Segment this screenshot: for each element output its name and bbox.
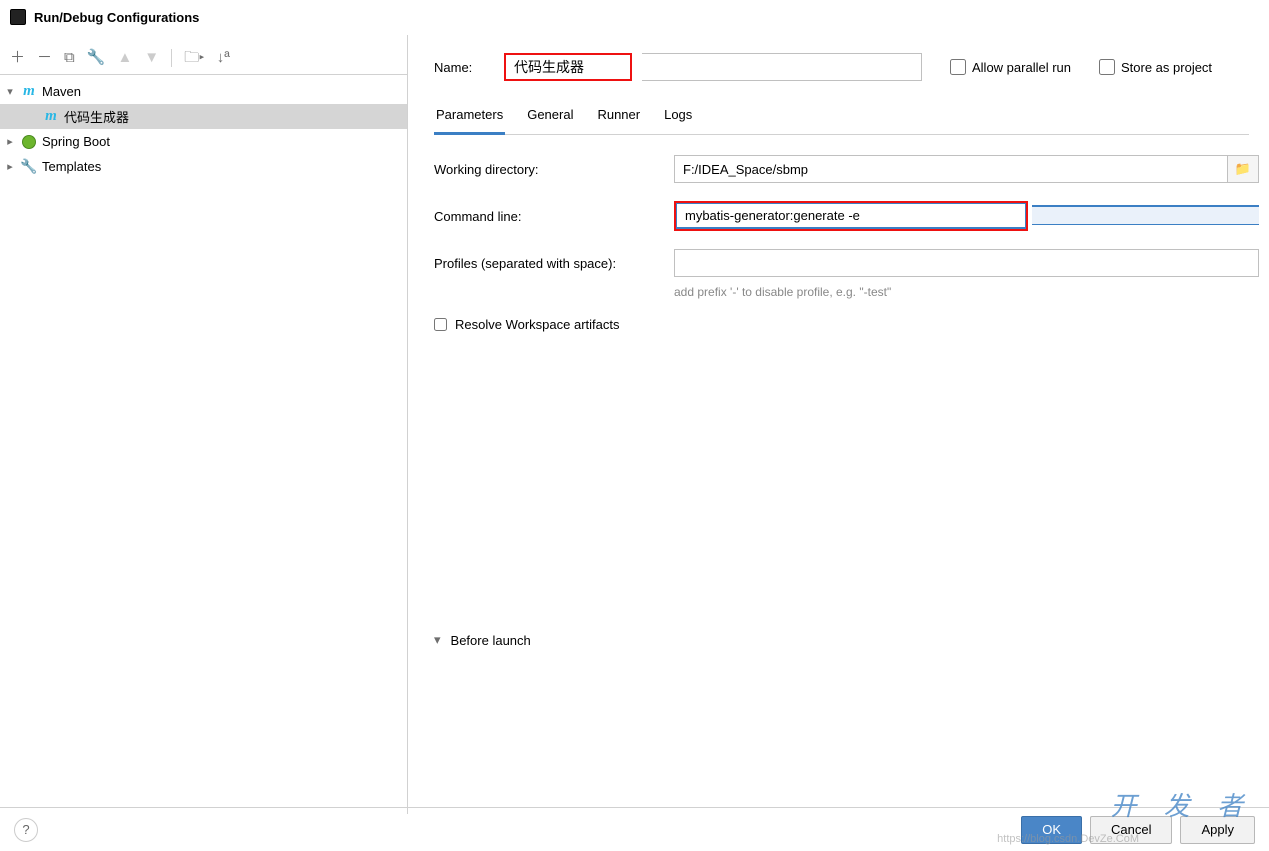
working-dir-input[interactable] [674, 155, 1227, 183]
main-area: ＋ － ⧉ 🔧 ▲ ▼ 🗀▸ ↓ª ▾ m Maven m 代码生成器 ▸ [0, 34, 1269, 814]
sidebar-toolbar: ＋ － ⧉ 🔧 ▲ ▼ 🗀▸ ↓ª [0, 41, 407, 75]
browse-folder-icon[interactable]: 📁 [1227, 155, 1259, 183]
working-dir-row: Working directory: 📁 [434, 155, 1269, 183]
window-title: Run/Debug Configurations [34, 10, 199, 25]
content-panel: Name: Allow parallel run Store as projec… [408, 35, 1269, 814]
chevron-down-icon: ▾ [434, 632, 441, 648]
resolve-workspace-checkbox[interactable]: Resolve Workspace artifacts [434, 317, 1269, 332]
app-icon [10, 9, 26, 25]
tree-node-maven-child[interactable]: m 代码生成器 [0, 104, 407, 129]
down-icon[interactable]: ▼ [144, 50, 159, 65]
folder-icon[interactable]: 🗀▸ [184, 50, 205, 65]
remove-icon[interactable]: － [37, 50, 52, 65]
checkbox-label: Allow parallel run [972, 60, 1071, 75]
tree-label: Maven [38, 84, 81, 99]
tree-node-maven[interactable]: ▾ m Maven [0, 79, 407, 104]
command-line-label: Command line: [434, 209, 674, 224]
help-icon[interactable]: ? [14, 818, 38, 842]
tab-runner[interactable]: Runner [595, 99, 642, 134]
chevron-down-icon: ▾ [0, 85, 20, 98]
profiles-input[interactable] [674, 249, 1259, 277]
tree-label: 代码生成器 [60, 107, 129, 126]
maven-icon: m [42, 108, 60, 125]
tree-label: Templates [38, 159, 101, 174]
before-launch-section[interactable]: ▾ Before launch [434, 632, 1269, 648]
checkbox-label: Resolve Workspace artifacts [455, 317, 620, 332]
name-label: Name: [434, 60, 490, 75]
parameters-form: Working directory: 📁 Command line: Profi… [434, 135, 1269, 648]
allow-parallel-checkbox[interactable]: Allow parallel run [950, 59, 1071, 75]
wrench-icon[interactable]: 🔧 [87, 50, 106, 65]
tab-general[interactable]: General [525, 99, 575, 134]
chevron-right-icon: ▸ [0, 160, 20, 173]
title-bar: Run/Debug Configurations [0, 0, 1269, 34]
profiles-row: Profiles (separated with space): [434, 249, 1269, 277]
sidebar: ＋ － ⧉ 🔧 ▲ ▼ 🗀▸ ↓ª ▾ m Maven m 代码生成器 ▸ [0, 35, 408, 814]
up-icon[interactable]: ▲ [117, 50, 132, 65]
cancel-button[interactable]: Cancel [1090, 816, 1172, 844]
tab-parameters[interactable]: Parameters [434, 99, 505, 135]
name-input-ext[interactable] [642, 53, 922, 81]
ok-button[interactable]: OK [1021, 816, 1082, 844]
command-line-row: Command line: [434, 201, 1269, 231]
chevron-right-icon: ▸ [0, 135, 20, 148]
maven-icon: m [20, 83, 38, 100]
store-project-checkbox[interactable]: Store as project [1099, 59, 1212, 75]
checkbox-icon[interactable] [1099, 59, 1115, 75]
add-icon[interactable]: ＋ [10, 50, 25, 65]
name-row: Name: Allow parallel run Store as projec… [434, 53, 1269, 81]
checkbox-icon[interactable] [434, 318, 447, 331]
tree-node-templates[interactable]: ▸ 🔧 Templates [0, 154, 407, 179]
tab-logs[interactable]: Logs [662, 99, 694, 134]
checkbox-icon[interactable] [950, 59, 966, 75]
command-line-input[interactable] [676, 203, 1026, 229]
copy-icon[interactable]: ⧉ [64, 50, 75, 65]
config-tree: ▾ m Maven m 代码生成器 ▸ Spring Boot ▸ 🔧 Temp… [0, 75, 407, 814]
checkbox-label: Store as project [1121, 60, 1212, 75]
wrench-icon: 🔧 [20, 158, 38, 175]
profiles-hint: add prefix '-' to disable profile, e.g. … [674, 285, 1269, 299]
before-launch-label: Before launch [451, 633, 531, 648]
footer: ? OK Cancel Apply [0, 807, 1269, 851]
sort-icon[interactable]: ↓ª [217, 50, 230, 65]
highlight-box [674, 201, 1028, 231]
tree-node-spring[interactable]: ▸ Spring Boot [0, 129, 407, 154]
spring-icon [20, 135, 38, 149]
command-line-input-ext[interactable] [1032, 205, 1259, 225]
working-dir-label: Working directory: [434, 162, 674, 177]
separator [171, 49, 172, 67]
name-input[interactable] [506, 55, 630, 79]
tabs: Parameters General Runner Logs [434, 99, 1249, 135]
apply-button[interactable]: Apply [1180, 816, 1255, 844]
highlight-box [504, 53, 632, 81]
profiles-label: Profiles (separated with space): [434, 256, 674, 271]
tree-label: Spring Boot [38, 134, 110, 149]
